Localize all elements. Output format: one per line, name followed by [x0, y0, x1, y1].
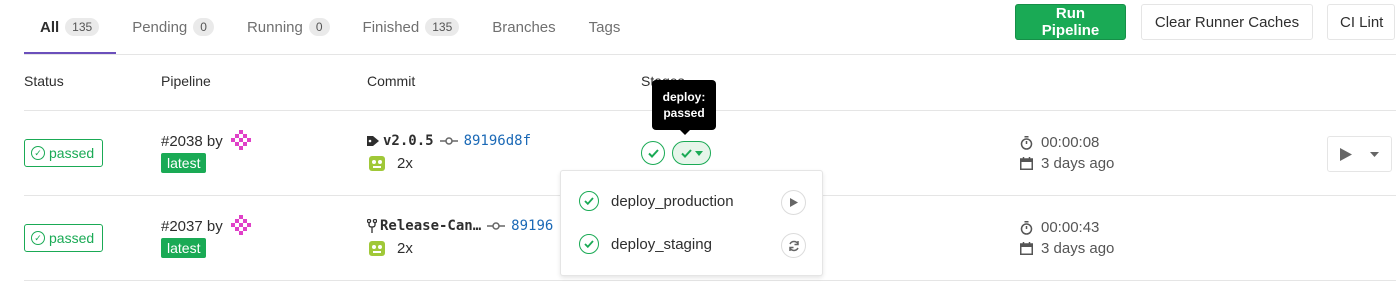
pipeline-id-line: #2038 by	[161, 130, 251, 150]
ci-lint-button[interactable]: CI Lint	[1327, 4, 1395, 40]
job-item-deploy-production[interactable]: deploy_production	[579, 191, 734, 211]
job-name: deploy_production	[611, 192, 734, 210]
play-icon	[1340, 147, 1352, 161]
latest-badge: latest	[161, 153, 207, 173]
latest-badge: latest	[161, 238, 207, 258]
chevron-down-icon	[694, 150, 703, 156]
tab-pending-count: 0	[193, 18, 214, 36]
row-divider	[24, 280, 1396, 281]
calendar-icon	[1020, 157, 1033, 170]
column-header-commit: Commit	[367, 73, 416, 89]
job-name: deploy_staging	[611, 235, 712, 253]
user-avatar-icon[interactable]	[230, 215, 251, 235]
pipeline-id-line: #2037 by	[161, 215, 251, 235]
commit-ref: Release-Can… 89196	[367, 218, 553, 234]
status-label: passed	[49, 145, 95, 161]
tabs-divider	[24, 54, 1396, 55]
stage-tooltip: deploy: passed	[652, 80, 716, 135]
tab-running-count: 0	[308, 18, 330, 36]
column-header-status: Status	[24, 73, 64, 89]
tab-finished-count: 135	[425, 18, 460, 36]
tooltip-stage-status: passed	[663, 106, 705, 120]
job-item-deploy-staging[interactable]: deploy_staging	[579, 234, 712, 254]
ref-name-link[interactable]: v2.0.5	[383, 133, 434, 149]
tab-tags-label: Tags	[588, 18, 621, 36]
check-circle-icon	[579, 234, 599, 254]
pipeline-id-link[interactable]: #2037	[161, 218, 203, 235]
stage-deploy-status-icon[interactable]	[672, 141, 711, 165]
timer-icon	[1020, 220, 1033, 235]
column-header-pipeline: Pipeline	[161, 73, 211, 89]
manual-actions-dropdown[interactable]	[1327, 136, 1392, 172]
stage-test-status-icon[interactable]	[641, 141, 665, 165]
author-count: 2x	[397, 154, 413, 172]
play-icon	[789, 198, 798, 207]
branch-icon	[367, 219, 377, 233]
status-label: passed	[49, 230, 95, 246]
check-circle-icon: ✓	[31, 146, 45, 160]
tag-icon	[367, 136, 379, 146]
commit-author: 2x	[367, 238, 413, 258]
retry-icon	[788, 240, 799, 251]
user-avatar-icon[interactable]	[230, 130, 251, 150]
commit-ref: v2.0.5 89196d8f	[367, 133, 531, 149]
chevron-down-icon	[1370, 151, 1379, 157]
retry-job-button[interactable]	[781, 233, 806, 258]
tab-running[interactable]: Running 0	[231, 0, 347, 54]
pipeline-by-label: by	[206, 133, 223, 150]
tab-tags[interactable]: Tags	[573, 0, 638, 54]
pipeline-id-link[interactable]: #2038	[161, 133, 203, 150]
finished-value: 3 days ago	[1041, 240, 1115, 257]
status-badge[interactable]: ✓ passed	[24, 139, 104, 167]
tooltip-stage-name: deploy:	[662, 90, 706, 104]
check-circle-icon: ✓	[31, 231, 45, 245]
pipeline-scope-tabs: All 135 Pending 0 Running 0 Finished 135…	[24, 0, 637, 54]
duration-value: 00:00:43	[1041, 219, 1100, 236]
commit-author: 2x	[367, 153, 413, 173]
tab-pending-label: Pending	[132, 18, 188, 36]
run-pipeline-button[interactable]: Run Pipeline	[1015, 4, 1126, 40]
stage-jobs-dropdown: deploy_production deploy_staging	[560, 170, 823, 276]
author-avatar-icon	[369, 156, 385, 171]
pipeline-by-label: by	[206, 218, 223, 235]
play-job-button[interactable]	[781, 190, 806, 215]
tab-pending[interactable]: Pending 0	[116, 0, 231, 54]
commit-sha-link[interactable]: 89196	[511, 218, 553, 234]
commit-icon	[487, 222, 506, 230]
calendar-icon	[1020, 242, 1033, 255]
pipeline-finished: 3 days ago	[1020, 155, 1114, 172]
tab-branches[interactable]: Branches	[476, 0, 572, 54]
pipeline-finished: 3 days ago	[1020, 240, 1114, 257]
tab-all-count: 135	[65, 18, 100, 36]
check-circle-icon	[579, 191, 599, 211]
duration-value: 00:00:08	[1041, 134, 1100, 151]
finished-value: 3 days ago	[1041, 155, 1115, 172]
clear-runner-caches-button[interactable]: Clear Runner Caches	[1141, 4, 1313, 40]
ref-name-link[interactable]: Release-Can…	[380, 218, 481, 234]
commit-icon	[439, 137, 458, 145]
tab-finished[interactable]: Finished 135	[347, 0, 477, 54]
check-icon	[647, 148, 659, 158]
author-avatar-icon	[369, 241, 385, 256]
tab-branches-label: Branches	[492, 18, 556, 36]
tab-all-label: All	[40, 18, 60, 36]
pipeline-duration: 00:00:43	[1020, 219, 1099, 236]
tab-running-label: Running	[246, 18, 303, 36]
status-badge[interactable]: ✓ passed	[24, 224, 104, 252]
commit-sha-link[interactable]: 89196d8f	[464, 133, 531, 149]
timer-icon	[1020, 135, 1033, 150]
author-count: 2x	[397, 239, 413, 257]
check-icon	[680, 148, 692, 158]
tab-all[interactable]: All 135	[24, 0, 117, 54]
pipeline-duration: 00:00:08	[1020, 134, 1099, 151]
tab-finished-label: Finished	[362, 18, 420, 36]
